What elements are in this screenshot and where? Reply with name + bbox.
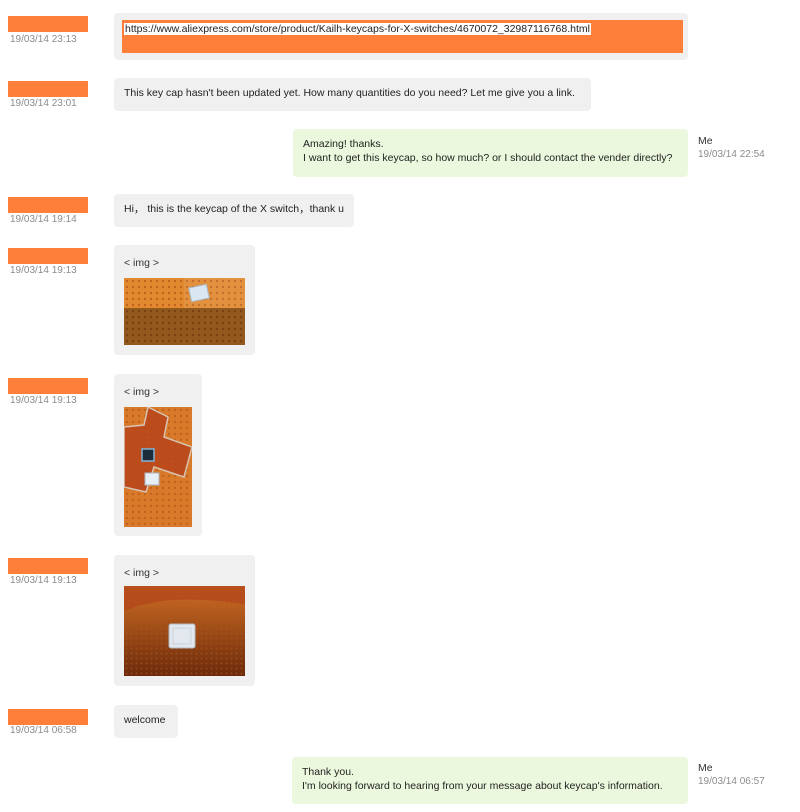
message-bubble: welcome <box>114 705 178 738</box>
image-placeholder-label: < img > <box>124 567 160 579</box>
message-bubble: This key cap hasn't been updated yet. Ho… <box>114 78 591 111</box>
outgoing-message-bubble: Amazing! thanks. I want to get this keyc… <box>293 129 688 177</box>
message-line: I'm looking forward to hearing from your… <box>302 780 663 792</box>
message-line: I want to get this keycap, so how much? … <box>303 152 673 164</box>
redacted-sender-name <box>8 16 88 32</box>
message-timestamp: 19/03/14 19:13 <box>10 575 77 586</box>
message-timestamp: 19/03/14 23:01 <box>10 98 77 109</box>
message-bubble: Hi， this is the keycap of the X switch，t… <box>114 194 354 227</box>
redacted-sender-name <box>8 197 88 213</box>
message-timestamp: 19/03/14 19:13 <box>10 395 77 406</box>
message-timestamp: 19/03/14 19:13 <box>10 265 77 276</box>
image-placeholder-label: < img > <box>124 386 160 398</box>
message-timestamp: 19/03/14 06:58 <box>10 725 77 736</box>
message-timestamp: 19/03/14 19:14 <box>10 214 77 225</box>
message-line: Amazing! thanks. <box>303 138 384 150</box>
outgoing-message-bubble: Thank you. I'm looking forward to hearin… <box>292 757 688 804</box>
product-link[interactable]: https://www.aliexpress.com/store/product… <box>124 23 591 35</box>
image-message-bubble: < img > <box>114 555 255 686</box>
sender-name-me: Me <box>698 762 713 774</box>
message-timestamp: 19/03/14 06:57 <box>698 776 765 787</box>
photo-keycap-closeup-icon[interactable] <box>124 586 245 676</box>
image-placeholder-label: < img > <box>124 257 160 269</box>
image-message-bubble: < img > <box>114 374 202 536</box>
message-line: Thank you. <box>302 766 354 778</box>
photo-keycap-on-switch-icon[interactable] <box>124 407 192 527</box>
message-timestamp: 19/03/14 22:54 <box>698 149 765 160</box>
message-bubble-link: https://www.aliexpress.com/store/product… <box>114 13 688 60</box>
redacted-sender-name <box>8 558 88 574</box>
photo-keycap-on-orange-mat-icon[interactable] <box>124 278 245 345</box>
redacted-sender-name <box>8 709 88 725</box>
redacted-sender-name <box>8 378 88 394</box>
message-timestamp: 19/03/14 23:13 <box>10 34 77 45</box>
redacted-sender-name <box>8 81 88 97</box>
sender-name-me: Me <box>698 135 713 147</box>
image-message-bubble: < img > <box>114 245 255 355</box>
redacted-sender-name <box>8 248 88 264</box>
